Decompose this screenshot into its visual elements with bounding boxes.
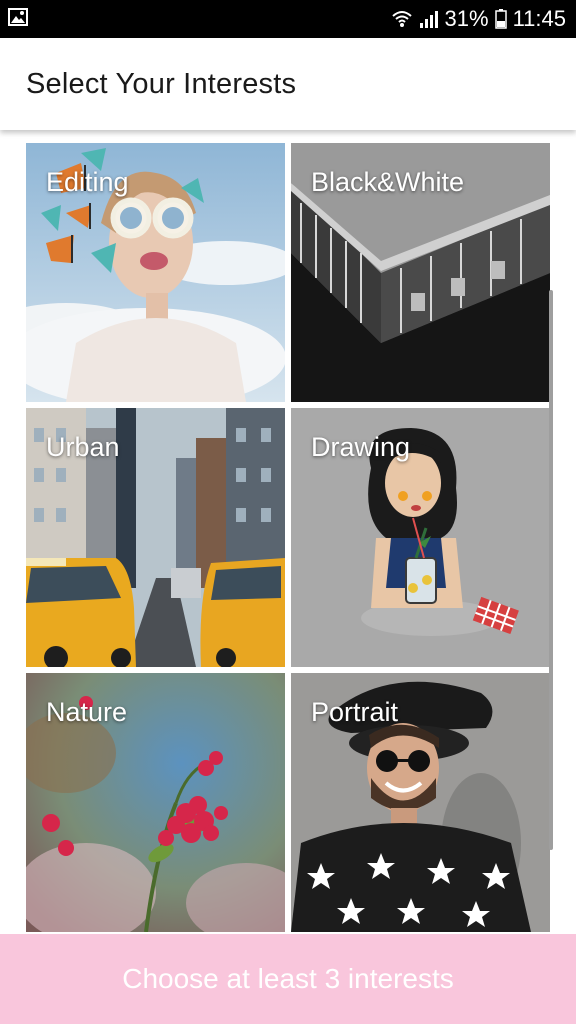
interest-tile-portrait[interactable]: Portrait	[291, 673, 550, 932]
interest-label-nature: Nature	[46, 697, 128, 727]
status-bar: 31% 11:45	[0, 0, 576, 38]
signal-icon	[419, 9, 439, 29]
interest-tile-drawing[interactable]: Drawing	[291, 408, 550, 667]
interest-label-black-white: Black&White	[311, 167, 465, 197]
interests-grid: Editing Black&White Urban Drawing Nature…	[0, 130, 576, 934]
interest-tile-editing[interactable]: Editing	[26, 143, 285, 402]
battery-icon	[494, 9, 507, 29]
interest-tile-urban[interactable]: Urban	[26, 408, 285, 667]
interest-label-portrait: Portrait	[311, 697, 399, 727]
interest-label-urban: Urban	[46, 432, 120, 462]
choose-interests-label: Choose at least 3 interests	[122, 963, 454, 994]
page-title: Select Your Interests	[26, 67, 297, 100]
clock: 11:45	[512, 6, 566, 31]
battery-percent: 31%	[444, 6, 489, 31]
wifi-icon	[391, 9, 413, 29]
interest-label-editing: Editing	[46, 167, 129, 197]
interest-tile-nature[interactable]: Nature	[26, 673, 285, 932]
app-header: Select Your Interests	[0, 38, 576, 130]
choose-interests-button[interactable]: Choose at least 3 interests	[0, 934, 576, 1024]
scrollbar[interactable]	[549, 290, 553, 850]
gallery-icon	[8, 7, 28, 31]
interest-tile-black-white[interactable]: Black&White	[291, 143, 550, 402]
interest-label-drawing: Drawing	[311, 432, 411, 462]
